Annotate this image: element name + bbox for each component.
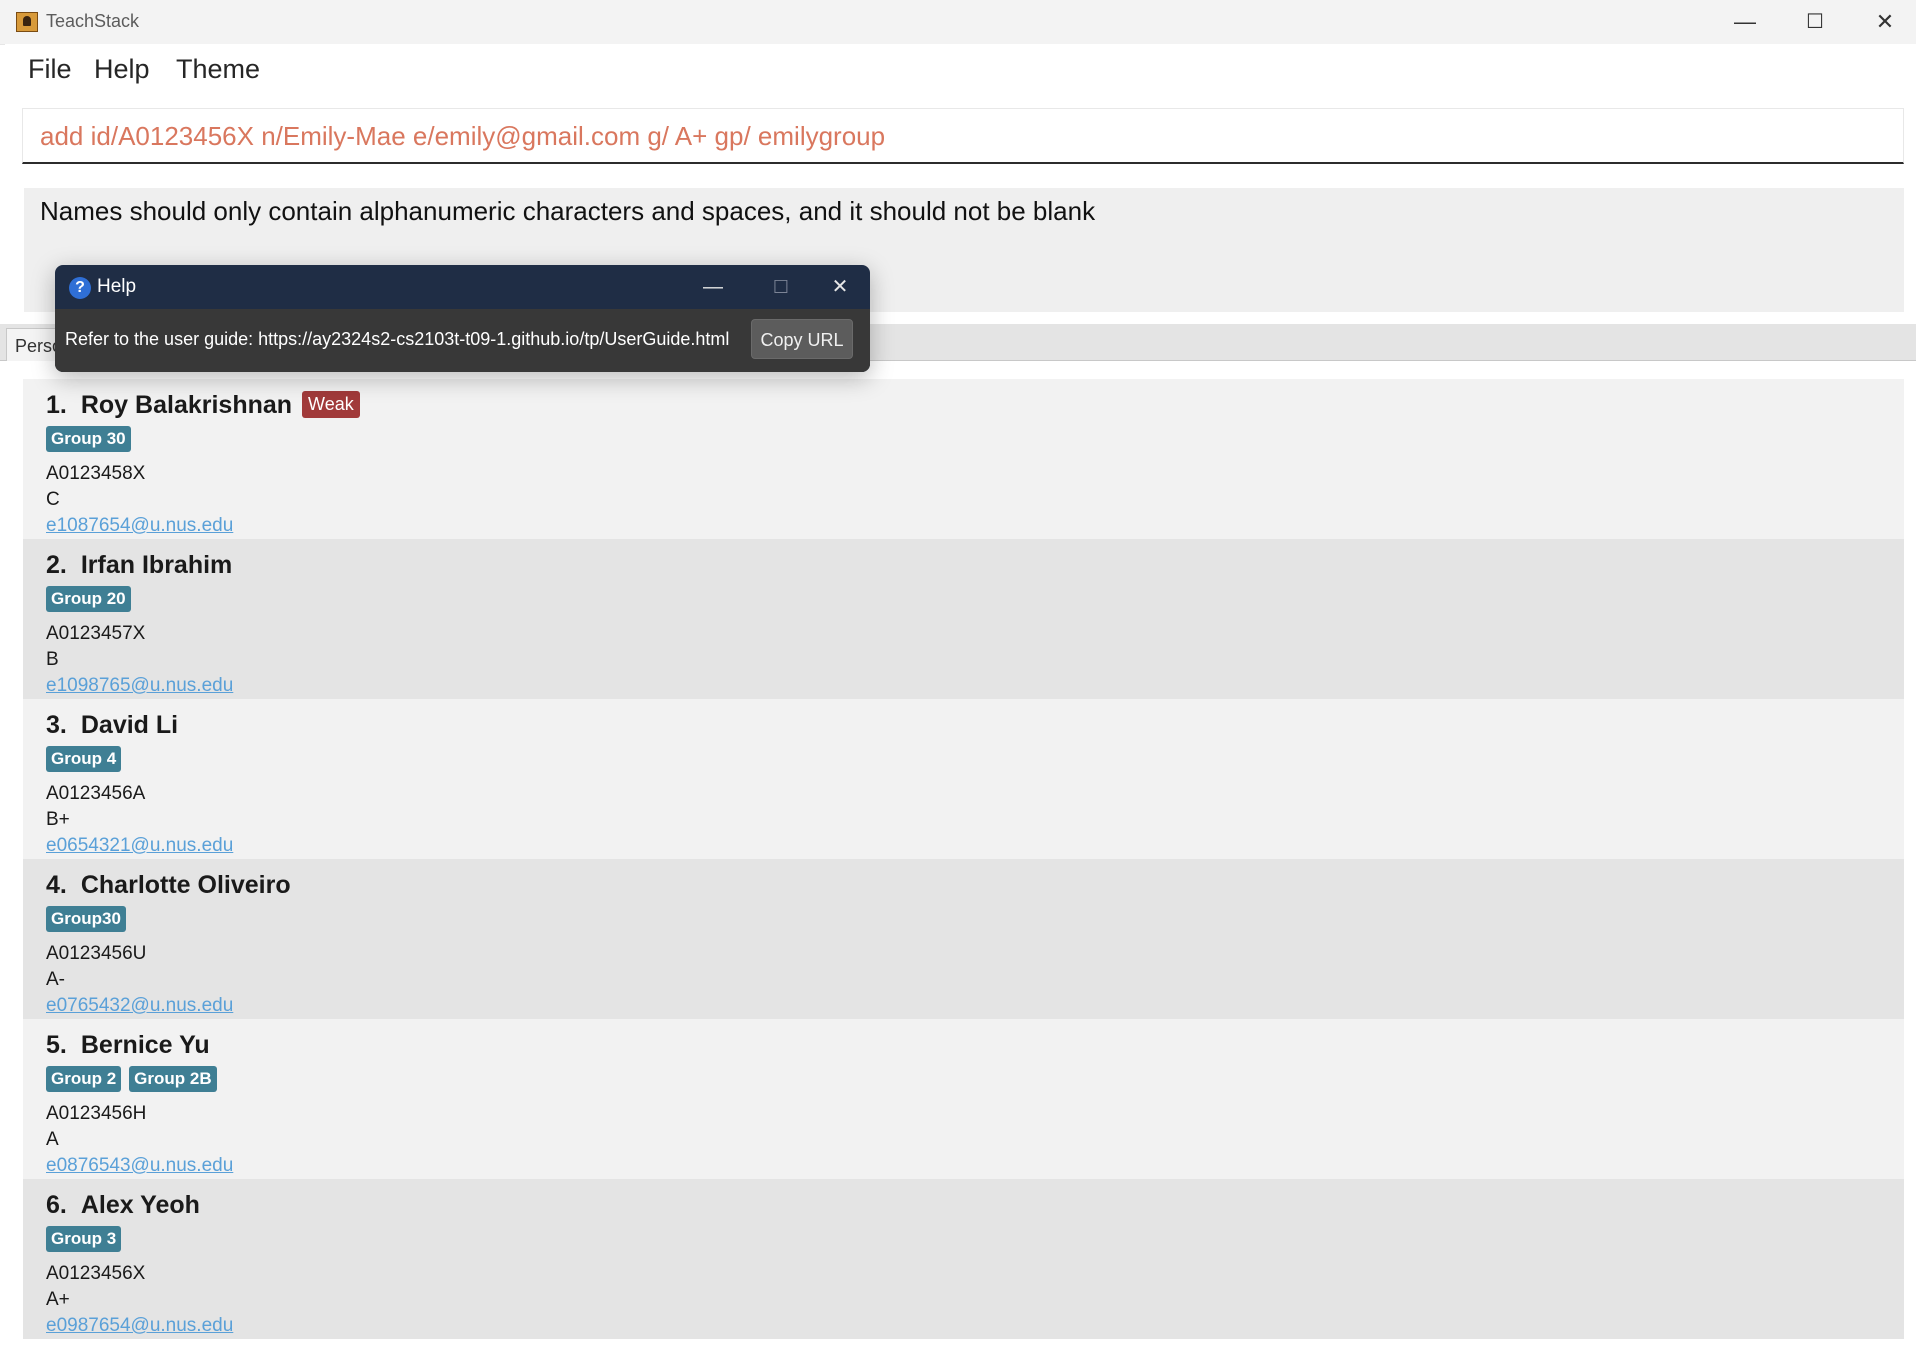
email-link[interactable]: e1098765@u.nus.edu [46, 675, 233, 697]
help-message: Refer to the user guide: https://ay2324s… [65, 329, 730, 349]
person-name-row: 3. David Li [46, 711, 178, 740]
person-index: 4. [46, 871, 67, 899]
email-link[interactable]: e0876543@u.nus.edu [46, 1155, 233, 1177]
help-maximize-button: ☐ [772, 277, 790, 297]
person-index: 1. [46, 391, 67, 419]
student-id: A0123456H [46, 1103, 147, 1124]
person-name: Bernice Yu [80, 1031, 210, 1059]
email-link[interactable]: e0987654@u.nus.edu [46, 1315, 233, 1337]
close-button[interactable]: ✕ [1852, 0, 1916, 44]
student-id: A0123456U [46, 943, 147, 964]
weak-tag: Weak [302, 391, 360, 418]
group-tags: Group 20 [46, 586, 139, 613]
person-index: 3. [46, 711, 67, 739]
menu-bar: File Help Theme [5, 44, 1916, 99]
command-input[interactable]: add id/A0123456X n/Emily-Mae e/emily@gma… [22, 108, 1904, 164]
person-name: Charlotte Oliveiro [80, 871, 291, 899]
group-tag: Group 2B [129, 1066, 217, 1092]
grade: B [46, 649, 59, 670]
menu-file[interactable]: File [28, 54, 72, 85]
result-message: Names should only contain alphanumeric c… [40, 196, 1096, 226]
help-titlebar[interactable]: ? Help — ☐ ✕ [55, 265, 870, 309]
email-link[interactable]: e0654321@u.nus.edu [46, 835, 233, 857]
person-card[interactable]: 5. Bernice Yu Group 2 Group 2B A0123456H A… [23, 1019, 1904, 1179]
menu-theme[interactable]: Theme [176, 54, 260, 85]
person-card[interactable]: 2. Irfan Ibrahim Group 20 A0123457X B e10… [23, 539, 1904, 699]
person-name-row: 6. Alex Yeoh [46, 1191, 200, 1220]
student-id: A0123458X [46, 463, 146, 484]
email-link[interactable]: e1087654@u.nus.edu [46, 515, 233, 537]
grade: B+ [46, 809, 70, 830]
window-titlebar[interactable]: TeachStack — ☐ ✕ [0, 0, 1916, 45]
person-index: 5. [46, 1031, 67, 1059]
help-minimize-button[interactable]: — [683, 265, 743, 309]
window-title: TeachStack [46, 11, 140, 31]
help-icon: ? [69, 277, 91, 299]
group-tags: Group 4 [46, 746, 129, 773]
person-index: 6. [46, 1191, 67, 1219]
group-tags: Group30 [46, 906, 134, 933]
group-tag: Group 4 [46, 746, 122, 772]
person-index: 2. [46, 551, 67, 579]
grade: A+ [46, 1289, 70, 1310]
help-title: Help [97, 276, 137, 297]
help-window[interactable]: ? Help — ☐ ✕ Refer to the user guide: ht… [55, 265, 870, 372]
help-close-button[interactable]: ✕ [810, 265, 870, 309]
group-tag: Group30 [46, 906, 126, 932]
person-name-row: 5. Bernice Yu [46, 1031, 210, 1060]
group-tag: Group 2 [46, 1066, 122, 1092]
person-name: Irfan Ibrahim [80, 551, 233, 579]
person-card[interactable]: 3. David Li Group 4 A0123456A B+ e0654321… [23, 699, 1904, 859]
group-tag: Group 30 [46, 426, 131, 452]
person-list[interactable]: 1. Roy Balakrishnan Weak Group 30 A0123458… [0, 361, 1916, 1354]
copy-url-button[interactable]: Copy URL [751, 319, 853, 359]
grade: C [46, 489, 60, 510]
student-id: A0123457X [46, 623, 146, 644]
group-tags: Group 2 Group 2B [46, 1066, 225, 1093]
person-card[interactable]: 4. Charlotte Oliveiro Group30 A0123456U A… [23, 859, 1904, 1019]
help-body: Refer to the user guide: https://ay2324s… [55, 309, 870, 372]
email-link[interactable]: e0765432@u.nus.edu [46, 995, 233, 1017]
person-name: Roy Balakrishnan [80, 391, 293, 419]
student-id: A0123456X [46, 1263, 146, 1284]
group-tag: Group 20 [46, 586, 131, 612]
command-input-text: add id/A0123456X n/Emily-Mae e/emily@gma… [40, 121, 886, 151]
grade: A [46, 1129, 59, 1150]
person-name-row: 4. Charlotte Oliveiro [46, 871, 291, 900]
person-card[interactable]: 1. Roy Balakrishnan Weak Group 30 A0123458… [23, 379, 1904, 539]
menu-help[interactable]: Help [94, 54, 150, 85]
person-name: David Li [80, 711, 179, 739]
group-tags: Group 30 [46, 426, 139, 453]
group-tags: Group 3 [46, 1226, 129, 1253]
student-id: A0123456A [46, 783, 146, 804]
grade: A- [46, 969, 65, 990]
minimize-button[interactable]: — [1712, 0, 1778, 44]
person-name-row: 2. Irfan Ibrahim [46, 551, 232, 580]
person-card[interactable]: 6. Alex Yeoh Group 3 A0123456X A+ e098765… [23, 1179, 1904, 1339]
person-name: Alex Yeoh [80, 1191, 200, 1219]
person-name-row: 1. Roy Balakrishnan Weak [46, 391, 360, 420]
maximize-button[interactable]: ☐ [1782, 0, 1848, 44]
group-tag: Group 3 [46, 1226, 122, 1252]
app-icon [16, 12, 38, 32]
